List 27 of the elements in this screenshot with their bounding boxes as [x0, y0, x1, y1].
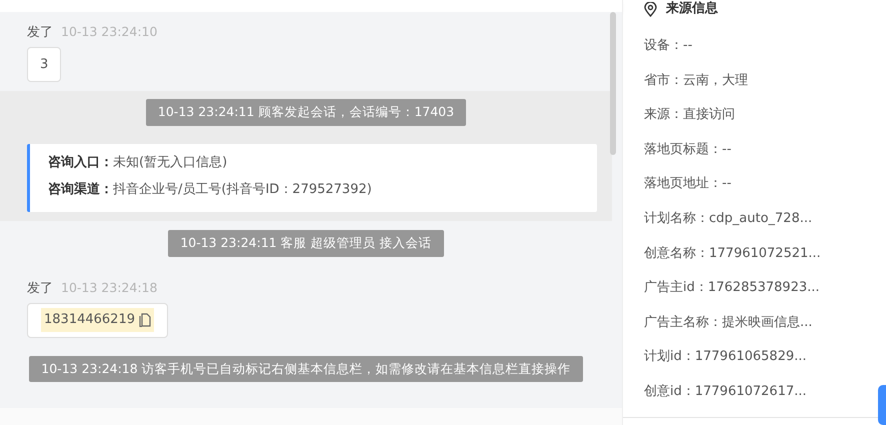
sender-label: 发了 — [27, 25, 53, 41]
info-row-text: 设备：-- — [644, 38, 694, 54]
scrollbar[interactable] — [610, 12, 616, 155]
section-title: 来源信息 — [666, 0, 718, 18]
info-row-text: 计划名称：cdp_auto_728... — [644, 210, 814, 227]
sender-label: 发了 — [27, 280, 53, 296]
info-row-text: 来源：直接访问 — [644, 107, 736, 124]
phone-number: 18314466219 — [44, 311, 135, 330]
system-notice: 10-13 23:24:18 访客手机号已自动标记右侧基本信息栏，如需修改请在基本信息栏直接操作 — [29, 356, 583, 382]
side-tab[interactable] — [878, 385, 886, 425]
system-notice: 10-13 23:24:11 客服 超级管理员 接入会话 — [168, 230, 444, 256]
system-notice: 10-13 23:24:11 顾客发起会话，会话编号：17403 — [146, 99, 466, 126]
info-row-text: 创意名称：177961072521... — [644, 246, 822, 262]
message-time: 10-13 23:24:18 — [61, 280, 158, 296]
info-row-text: 广告主名称：提米映画信息... — [644, 314, 814, 331]
info-row-text: 落地页地址：-- — [644, 176, 732, 192]
info-row-text: 省市：云南，大理 — [644, 72, 749, 89]
copy-icon[interactable] — [138, 313, 151, 327]
info-row-text: 计划id：177961065829... — [644, 349, 808, 366]
location-pin-icon — [644, 2, 657, 16]
info-row-text: 广告主id：176285378923... — [644, 280, 821, 296]
info-row-text: 落地页标题：-- — [644, 142, 732, 158]
source-field: 咨询渠道：抖音企业号/员工号(抖音号ID：279527392) — [48, 178, 579, 201]
info-row-text: 创意id：177961072617... — [644, 384, 808, 400]
message-time: 10-13 23:24:10 — [61, 24, 158, 40]
message-bubble: 3 — [27, 47, 62, 82]
source-field: 咨询入口：未知(暂无入口信息) — [48, 152, 579, 174]
